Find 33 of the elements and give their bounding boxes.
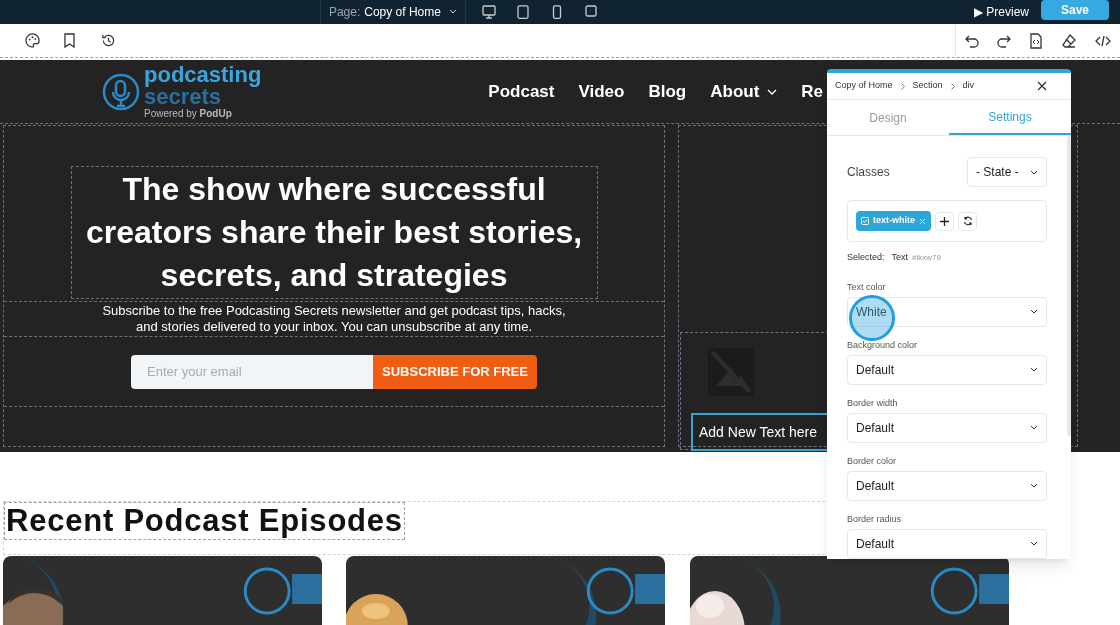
nav-link[interactable]: Video xyxy=(578,78,625,105)
state-select[interactable]: - State - xyxy=(967,157,1047,187)
selected-type: Text xyxy=(891,251,909,264)
field-label: Border radius xyxy=(847,513,903,525)
select-field[interactable]: Default xyxy=(847,470,1047,501)
selected-label: Selected: xyxy=(847,251,885,264)
email-field[interactable]: Enter your email xyxy=(131,354,373,389)
field-label: Border width xyxy=(847,397,899,409)
nav-link[interactable]: Blog xyxy=(648,78,687,105)
nav-link[interactable]: About xyxy=(710,78,778,105)
logo-text: podcasting xyxy=(144,64,262,86)
select-field[interactable]: Default xyxy=(847,412,1047,443)
hero-text: Subscribe to the free Podcasting Secrets newsletter and get podcast tips, hacks, and stories delivered to your inbox. You can unsubscribe at any time. xyxy=(101,303,567,335)
nav-link[interactable]: Podcast xyxy=(488,78,555,105)
classes-label: Classes xyxy=(847,164,890,181)
field-label: Background color xyxy=(847,339,919,351)
nav-link[interactable]: Re xyxy=(801,78,824,105)
breadcrumb-link[interactable]: div xyxy=(962,79,975,93)
breadcrumb-link[interactable]: Section xyxy=(912,79,943,93)
select-field[interactable]: Default xyxy=(847,354,1047,385)
logo-text: secrets xyxy=(144,86,222,108)
field-label: Border color xyxy=(847,455,898,467)
page-label: Page: xyxy=(328,4,361,21)
hero-heading: The show where successful creators share their best stories, secrets, and strategies xyxy=(84,170,584,295)
selected-id: #ikxw79 xyxy=(912,252,941,264)
breadcrumb-link[interactable]: Copy of Home xyxy=(835,79,893,93)
select-field[interactable]: White xyxy=(847,296,1047,327)
powered-by-text: Powered by PodUp xyxy=(144,109,233,119)
preview-button[interactable]: ▶ Preview xyxy=(973,3,1029,21)
select-field[interactable]: Default xyxy=(847,528,1047,559)
field-label: Text color xyxy=(847,281,887,293)
page-dropdown[interactable]: Copy of Home xyxy=(364,3,457,21)
section-heading: Recent Podcast Episodes xyxy=(4,502,405,540)
